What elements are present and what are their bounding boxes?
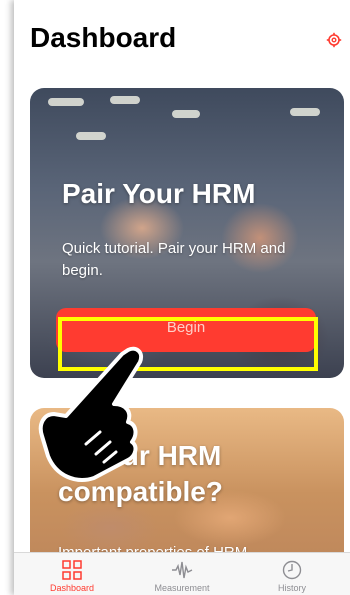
ceiling-light [76, 132, 106, 140]
card-description: Quick tutorial. Pair your HRM and begin. [62, 240, 286, 279]
clock-icon [282, 560, 302, 580]
ceiling-light [110, 96, 140, 104]
tab-bar: Dashboard Measurement History [14, 552, 350, 595]
tab-measurement[interactable]: Measurement [132, 553, 232, 595]
card-title: Pair Your HRM [62, 178, 256, 209]
ceiling-light [290, 108, 320, 116]
waveform-icon [172, 561, 193, 579]
settings-gear-icon[interactable] [326, 32, 342, 48]
tab-history[interactable]: History [242, 553, 342, 595]
tab-label: Dashboard [49, 583, 95, 593]
ceiling-light [172, 110, 200, 118]
page-title: Dashboard [30, 22, 177, 53]
card-title: Is your HRM compatible? [58, 440, 223, 507]
tab-label: History [277, 583, 306, 593]
ceiling-light [48, 98, 84, 106]
grid-icon [62, 560, 82, 580]
app-screen: Dashboard Pair Your HRM Quick tutorial. … [14, 0, 350, 595]
pair-hrm-card[interactable]: Pair Your HRM Quick tutorial. Pair your … [30, 88, 344, 378]
begin-button[interactable]: Begin [56, 308, 316, 352]
tab-label: Measurement [154, 583, 210, 593]
tab-dashboard[interactable]: Dashboard [22, 553, 122, 595]
